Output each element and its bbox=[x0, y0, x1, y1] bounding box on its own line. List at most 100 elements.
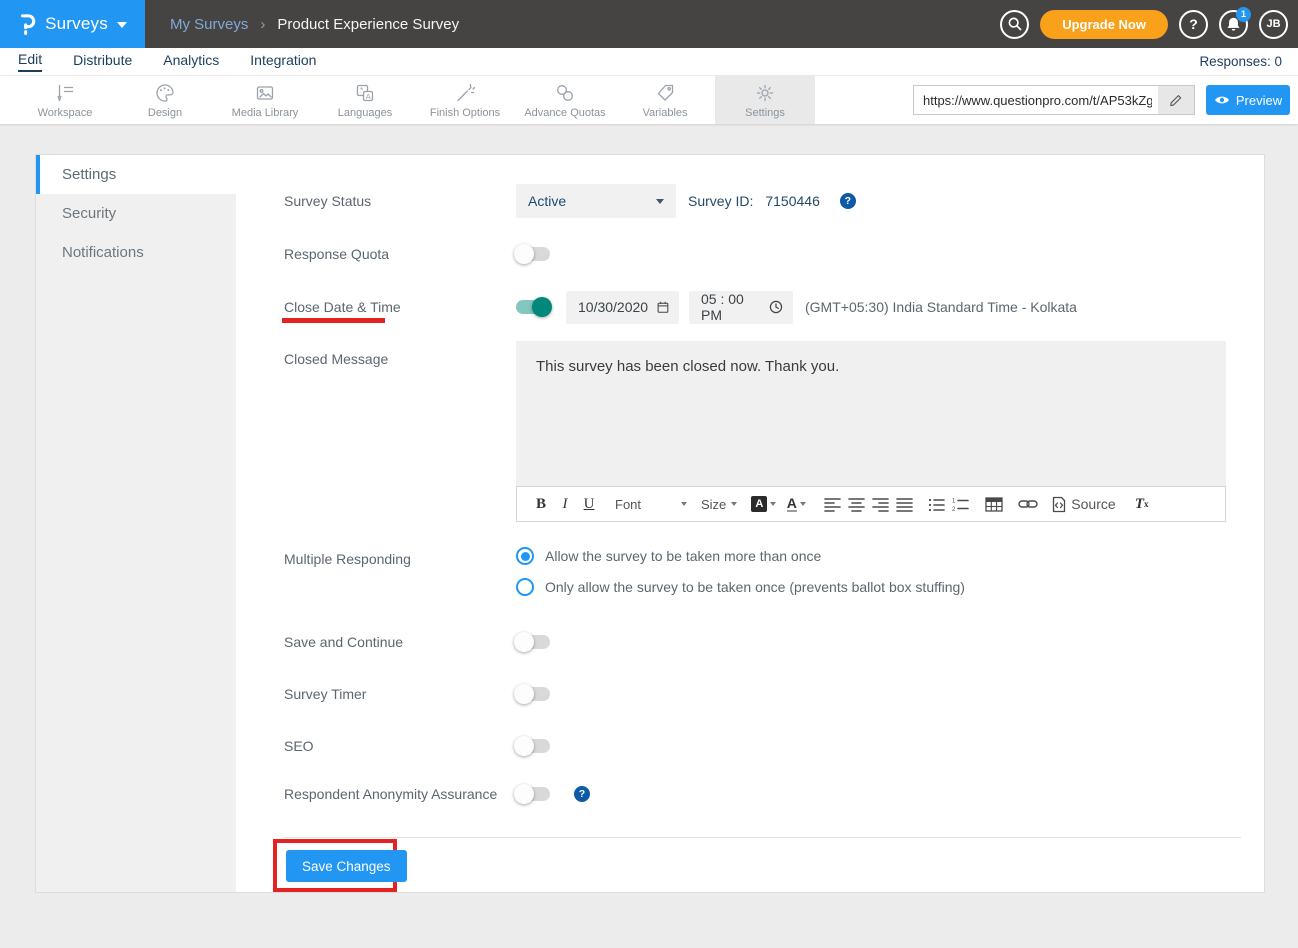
multiple-responding-options: Allow the survey to be taken more than o… bbox=[516, 547, 965, 596]
survey-status-label: Survey Status bbox=[284, 193, 516, 209]
upgrade-now-button[interactable]: Upgrade Now bbox=[1040, 10, 1168, 39]
survey-timer-toggle[interactable] bbox=[516, 687, 550, 701]
edit-toolbar: Workspace Design Media Library * A Langu… bbox=[0, 76, 1298, 124]
bullet-list-button[interactable] bbox=[924, 491, 948, 517]
chevron-down-icon bbox=[656, 199, 664, 204]
variables-icon bbox=[654, 82, 676, 104]
svg-text:*: * bbox=[360, 86, 363, 95]
help-question-icon: ? bbox=[1189, 16, 1198, 32]
close-date-annotation-underline bbox=[282, 318, 385, 323]
source-doc-icon bbox=[1052, 496, 1066, 513]
insert-table-button[interactable] bbox=[982, 491, 1006, 517]
underline-button[interactable]: U bbox=[577, 491, 601, 517]
chevron-down-icon bbox=[117, 22, 127, 28]
close-time-value: 05 : 00 PM bbox=[701, 291, 760, 323]
chevron-down-icon bbox=[731, 502, 737, 506]
pencil-icon bbox=[1168, 92, 1184, 108]
numbered-list-button[interactable]: 1 2 bbox=[948, 491, 972, 517]
radio-selected-icon bbox=[516, 547, 534, 565]
search-button[interactable] bbox=[1000, 10, 1029, 39]
preview-button[interactable]: Preview bbox=[1206, 85, 1290, 115]
survey-timer-label: Survey Timer bbox=[284, 686, 516, 702]
svg-text:1: 1 bbox=[952, 498, 956, 504]
numbered-list-icon: 1 2 bbox=[952, 497, 969, 512]
avatar[interactable]: JB bbox=[1259, 10, 1288, 39]
toolbar-item-design[interactable]: Design bbox=[115, 76, 215, 124]
close-date-field[interactable]: 10/30/2020 bbox=[566, 291, 679, 324]
toolbar-item-finish-options[interactable]: Finish Options bbox=[415, 76, 515, 124]
seo-toggle[interactable] bbox=[516, 739, 550, 753]
toolbar-item-media-library[interactable]: Media Library bbox=[215, 76, 315, 124]
background-color-button[interactable]: A bbox=[751, 491, 776, 517]
notifications-button[interactable]: 1 bbox=[1219, 10, 1248, 39]
design-icon bbox=[154, 82, 176, 104]
align-left-button[interactable] bbox=[820, 491, 844, 517]
sidebar-item-settings[interactable]: Settings bbox=[36, 155, 236, 194]
brand-menu[interactable]: Surveys bbox=[0, 0, 145, 48]
closed-message-textarea[interactable]: This survey has been closed now. Thank y… bbox=[516, 341, 1226, 486]
align-right-button[interactable] bbox=[868, 491, 892, 517]
survey-status-row: Survey Status Active Survey ID: 7150446 … bbox=[236, 184, 1266, 218]
bold-button[interactable]: B bbox=[529, 491, 553, 517]
breadcrumb: My Surveys › Product Experience Survey U… bbox=[145, 0, 1298, 48]
table-icon bbox=[985, 497, 1003, 512]
close-date-time-toggle[interactable] bbox=[516, 300, 550, 314]
sidebar-item-notifications[interactable]: Notifications bbox=[36, 233, 236, 272]
toolbar-item-settings[interactable]: Settings bbox=[715, 76, 815, 124]
sidebar-item-security[interactable]: Security bbox=[36, 194, 236, 233]
finish-options-icon bbox=[454, 82, 476, 104]
font-dropdown[interactable]: Font bbox=[615, 491, 687, 517]
radio-option-more-than-once[interactable]: Allow the survey to be taken more than o… bbox=[516, 547, 965, 565]
bullet-list-icon bbox=[928, 497, 945, 512]
survey-url-input[interactable] bbox=[914, 93, 1158, 108]
help-button[interactable]: ? bbox=[1179, 10, 1208, 39]
close-date-value: 10/30/2020 bbox=[578, 299, 648, 315]
survey-id-help-icon[interactable]: ? bbox=[840, 193, 856, 209]
align-center-icon bbox=[848, 497, 865, 512]
size-dropdown[interactable]: Size bbox=[701, 491, 737, 517]
justify-button[interactable] bbox=[892, 491, 916, 517]
tab-distribute[interactable]: Distribute bbox=[73, 52, 132, 71]
source-button[interactable]: Source bbox=[1052, 491, 1115, 517]
toolbar-item-languages[interactable]: * A Languages bbox=[315, 76, 415, 124]
toolbar-item-advance-quotas[interactable]: Advance Quotas bbox=[515, 76, 615, 124]
respondent-anonymity-help-icon[interactable]: ? bbox=[574, 786, 590, 802]
italic-button[interactable]: I bbox=[553, 491, 577, 517]
radio-option-only-once[interactable]: Only allow the survey to be taken once (… bbox=[516, 578, 965, 596]
toolbar-item-workspace[interactable]: Workspace bbox=[15, 76, 115, 124]
multiple-responding-label: Multiple Responding bbox=[284, 551, 516, 567]
align-center-button[interactable] bbox=[844, 491, 868, 517]
toolbar-item-variables[interactable]: Variables bbox=[615, 76, 715, 124]
notification-badge: 1 bbox=[1236, 7, 1251, 22]
chevron-down-icon bbox=[770, 502, 776, 506]
close-date-time-row: Close Date & Time 10/30/2020 05 : 00 PM … bbox=[236, 290, 1266, 324]
languages-icon: * A bbox=[354, 82, 376, 104]
breadcrumb-separator: › bbox=[260, 16, 265, 33]
search-icon bbox=[1007, 16, 1023, 32]
save-and-continue-toggle[interactable] bbox=[516, 635, 550, 649]
survey-status-select[interactable]: Active bbox=[516, 184, 676, 218]
tab-edit[interactable]: Edit bbox=[18, 51, 42, 72]
eye-icon bbox=[1214, 94, 1230, 106]
timezone-text: (GMT+05:30) India Standard Time - Kolkat… bbox=[805, 299, 1077, 315]
remove-format-button[interactable]: Tx bbox=[1130, 491, 1154, 517]
edit-url-button[interactable] bbox=[1158, 86, 1194, 114]
text-color-button[interactable]: A bbox=[784, 491, 808, 517]
radio-unselected-icon bbox=[516, 578, 534, 596]
seo-row: SEO bbox=[236, 732, 1266, 760]
close-time-field[interactable]: 05 : 00 PM bbox=[689, 291, 793, 324]
survey-timer-row: Survey Timer bbox=[236, 680, 1266, 708]
tab-integration[interactable]: Integration bbox=[250, 52, 316, 71]
response-quota-toggle[interactable] bbox=[516, 247, 550, 261]
breadcrumb-my-surveys[interactable]: My Surveys bbox=[170, 16, 248, 33]
topbar-actions: Upgrade Now ? 1 JB bbox=[1000, 10, 1298, 39]
respondent-anonymity-toggle[interactable] bbox=[516, 787, 550, 801]
survey-id-label: Survey ID: bbox=[688, 193, 753, 209]
closed-message-editor: This survey has been closed now. Thank y… bbox=[516, 341, 1226, 522]
closed-message-label: Closed Message bbox=[284, 351, 516, 367]
justify-icon bbox=[896, 497, 913, 512]
save-changes-button[interactable]: Save Changes bbox=[286, 850, 407, 882]
section-tabs: Edit Distribute Analytics Integration Re… bbox=[0, 48, 1298, 76]
insert-link-button[interactable] bbox=[1016, 491, 1040, 517]
tab-analytics[interactable]: Analytics bbox=[163, 52, 219, 71]
